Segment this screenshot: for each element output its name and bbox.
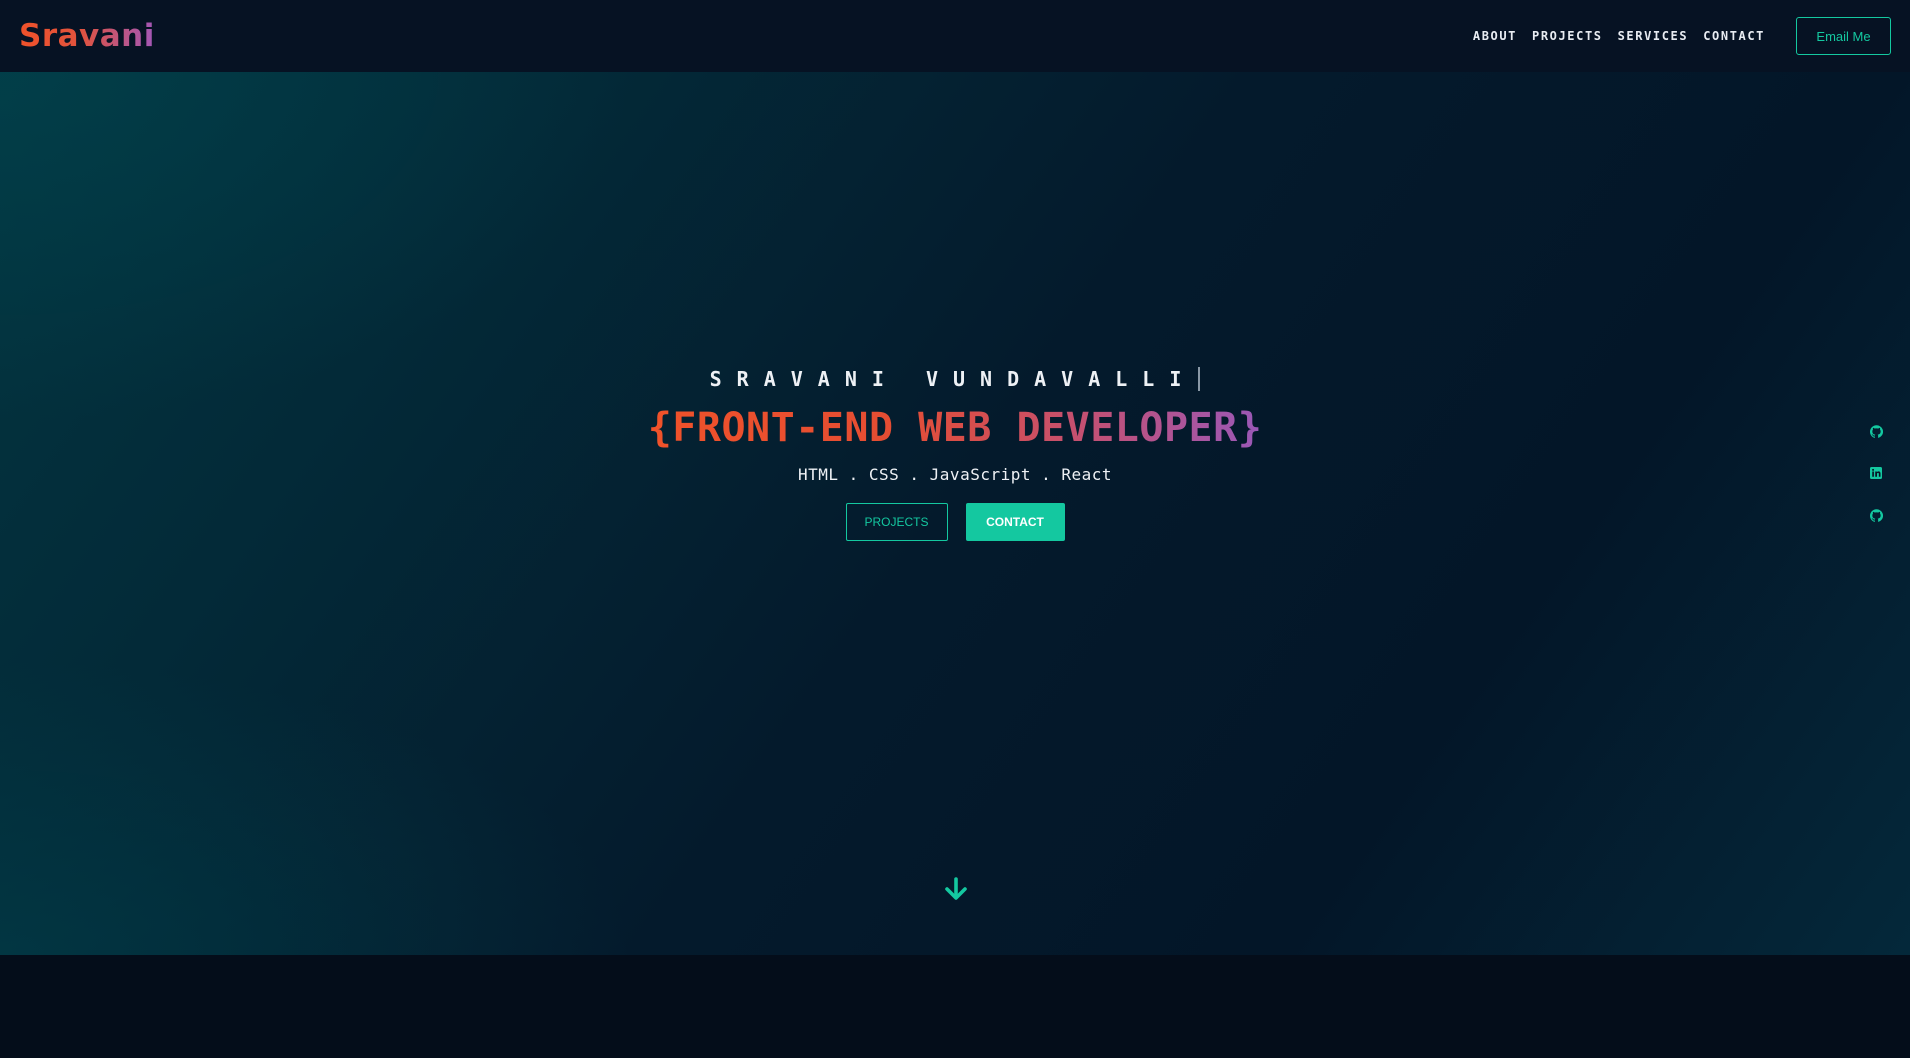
nav-link-projects[interactable]: PROJECTS xyxy=(1532,29,1603,43)
typing-cursor xyxy=(1198,367,1201,391)
hero-content: SRAVANI VUNDAVALLI {FRONT-END WEB DEVELO… xyxy=(0,364,1910,541)
hero-name-line: SRAVANI VUNDAVALLI xyxy=(710,364,1201,394)
github-icon[interactable] xyxy=(1868,423,1884,439)
linkedin-icon[interactable] xyxy=(1868,465,1884,481)
github-alt-icon[interactable] xyxy=(1868,507,1884,523)
hero-buttons: PROJECTS CONTACT xyxy=(845,503,1065,541)
site-logo[interactable]: Sravani xyxy=(19,18,155,54)
hero-skills: HTML . CSS . JavaScript . React xyxy=(797,465,1113,484)
hero-section: SRAVANI VUNDAVALLI {FRONT-END WEB DEVELO… xyxy=(0,72,1910,955)
nav-link-contact[interactable]: CONTACT xyxy=(1703,29,1765,43)
email-me-button[interactable]: Email Me xyxy=(1796,17,1891,55)
social-links xyxy=(1868,423,1884,523)
nav-link-about[interactable]: ABOUT xyxy=(1473,29,1517,43)
navbar: Sravani ABOUT PROJECTS SERVICES CONTACT … xyxy=(0,0,1910,72)
hero-name: SRAVANI VUNDAVALLI xyxy=(709,367,1197,391)
nav-right: ABOUT PROJECTS SERVICES CONTACT Email Me xyxy=(1473,17,1891,55)
contact-button[interactable]: CONTACT xyxy=(965,503,1065,541)
projects-button[interactable]: PROJECTS xyxy=(845,503,948,541)
arrow-down-icon[interactable] xyxy=(943,876,969,902)
nav-links: ABOUT PROJECTS SERVICES CONTACT xyxy=(1473,29,1765,43)
page: Sravani ABOUT PROJECTS SERVICES CONTACT … xyxy=(0,0,1910,1058)
nav-link-services[interactable]: SERVICES xyxy=(1618,29,1689,43)
hero-title: {FRONT-END WEB DEVELOPER} xyxy=(647,405,1263,451)
